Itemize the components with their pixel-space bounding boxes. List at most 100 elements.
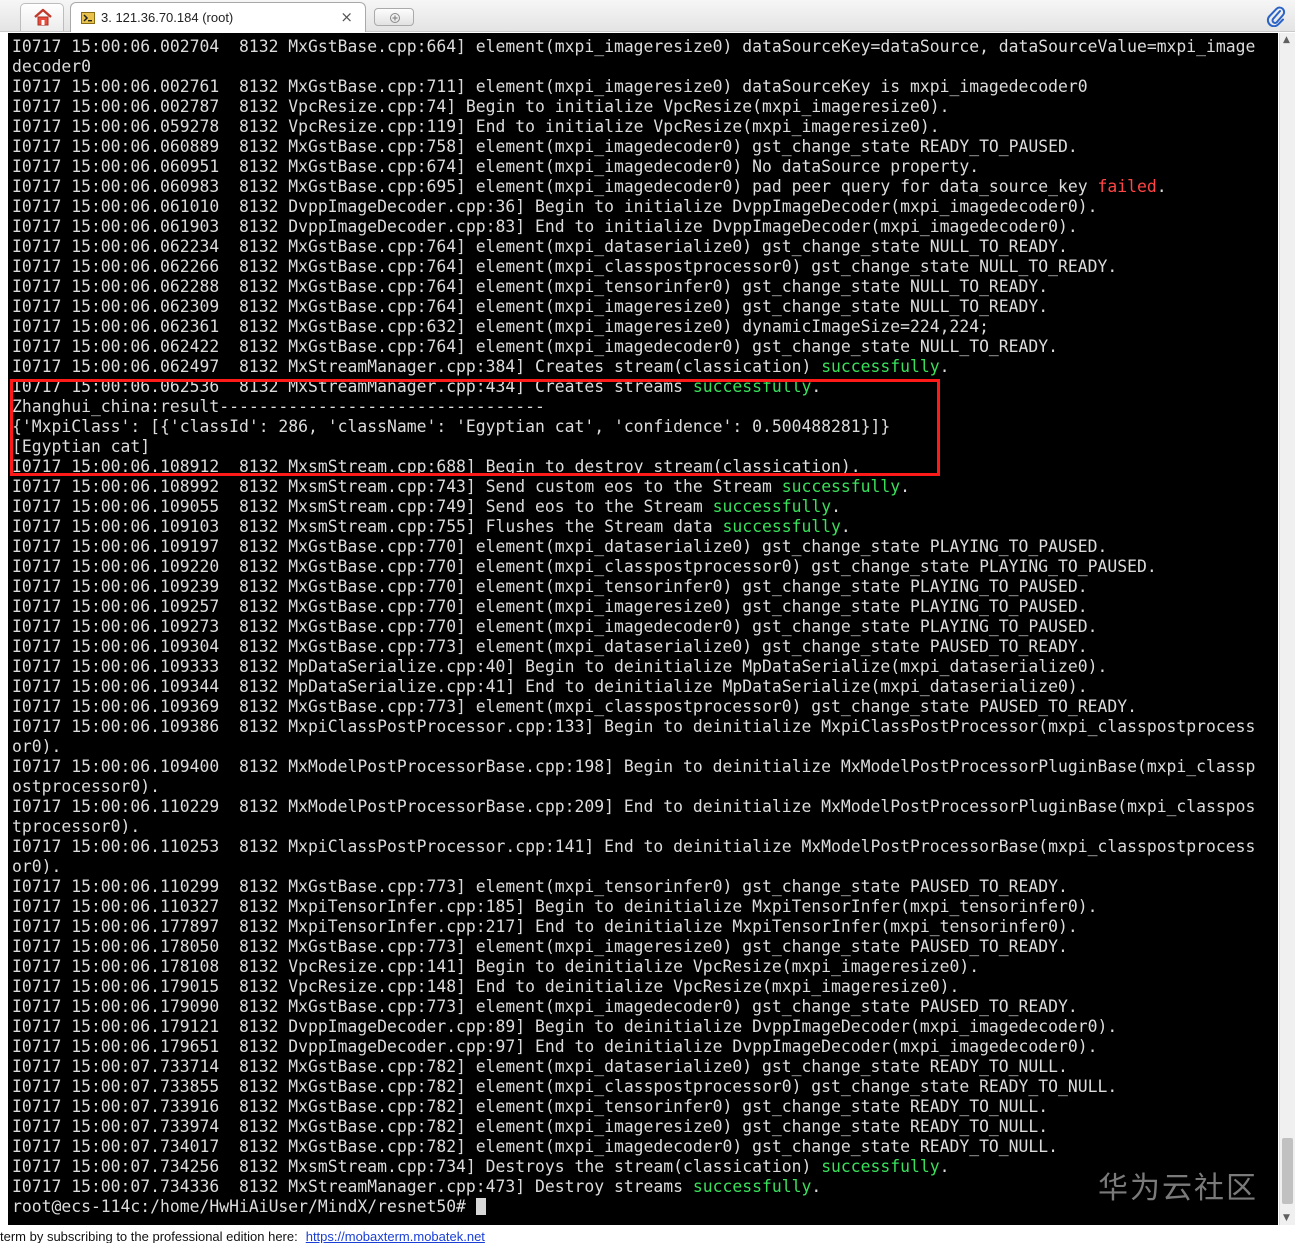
log-text: I0717 15:00:06.179015 8132 VpcResize.cpp…: [12, 977, 960, 996]
terminal-line: I0717 15:00:06.059278 8132 VpcResize.cpp…: [12, 117, 1276, 137]
log-text: .: [900, 477, 911, 496]
mobaxterm-link[interactable]: https://mobaxterm.mobatek.net: [306, 1229, 485, 1243]
log-text: .: [939, 1157, 950, 1176]
new-tab-button[interactable]: [374, 8, 414, 26]
success-keyword: successfully: [692, 1177, 812, 1196]
vertical-scrollbar[interactable]: ▲ ▼: [1279, 33, 1295, 1225]
log-text: I0717 15:00:06.109103 8132 MxsmStream.cp…: [12, 517, 723, 536]
log-text: I0717 15:00:07.733714 8132 MxGstBase.cpp…: [12, 1057, 1068, 1076]
terminal-line: I0717 15:00:06.109239 8132 MxGstBase.cpp…: [12, 577, 1276, 597]
terminal-line: I0717 15:00:06.002787 8132 VpcResize.cpp…: [12, 97, 1276, 117]
log-text: {'MxpiClass': [{'classId': 286, 'classNa…: [12, 417, 891, 436]
log-text: I0717 15:00:06.110327 8132 MxpiTensorInf…: [12, 897, 1098, 916]
failed-keyword: failed: [1097, 177, 1157, 196]
terminal-line: I0717 15:00:06.109344 8132 MpDataSeriali…: [12, 677, 1276, 697]
log-text: I0717 15:00:06.059278 8132 VpcResize.cpp…: [12, 117, 940, 136]
terminal-line: I0717 15:00:06.109257 8132 MxGstBase.cpp…: [12, 597, 1276, 617]
terminal-line: I0717 15:00:07.733714 8132 MxGstBase.cpp…: [12, 1057, 1276, 1077]
log-text: I0717 15:00:06.109400 8132 MxModelPostPr…: [12, 757, 1256, 776]
paperclip-icon[interactable]: [1266, 5, 1286, 27]
terminal-line: I0717 15:00:07.734017 8132 MxGstBase.cpp…: [12, 1137, 1276, 1157]
terminal-line: I0717 15:00:06.178108 8132 VpcResize.cpp…: [12, 957, 1276, 977]
log-text: .: [811, 1177, 822, 1196]
log-text: tprocessor0).: [12, 817, 141, 836]
log-text: I0717 15:00:06.179651 8132 DvppImageDeco…: [12, 1037, 1098, 1056]
watermark: 华为云社区: [1098, 1171, 1258, 1206]
log-text: I0717 15:00:06.062309 8132 MxGstBase.cpp…: [12, 297, 1049, 316]
log-text: I0717 15:00:06.109344 8132 MpDataSeriali…: [12, 677, 1088, 696]
terminal-line: I0717 15:00:06.179121 8132 DvppImageDeco…: [12, 1017, 1276, 1037]
log-text: I0717 15:00:06.109257 8132 MxGstBase.cpp…: [12, 597, 1088, 616]
home-icon: [34, 8, 52, 26]
terminal-line: decoder0: [12, 57, 1276, 77]
terminal-line: I0717 15:00:07.733855 8132 MxGstBase.cpp…: [12, 1077, 1276, 1097]
text-cursor: [475, 1198, 486, 1215]
close-icon[interactable]: ×: [340, 8, 353, 26]
log-text: I0717 15:00:06.179090 8132 MxGstBase.cpp…: [12, 997, 1078, 1016]
log-text: .: [831, 497, 841, 516]
terminal-line: I0717 15:00:06.110229 8132 MxModelPostPr…: [12, 797, 1276, 817]
terminal-line: I0717 15:00:07.733974 8132 MxGstBase.cpp…: [12, 1117, 1276, 1137]
log-text: I0717 15:00:06.110299 8132 MxGstBase.cpp…: [12, 877, 1068, 896]
terminal-line: I0717 15:00:06.002761 8132 MxGstBase.cpp…: [12, 77, 1276, 97]
log-text: I0717 15:00:06.109333 8132 MpDataSeriali…: [12, 657, 1108, 676]
log-text: .: [1156, 177, 1167, 196]
terminal-line: or0).: [12, 857, 1276, 877]
log-text: I0717 15:00:06.109369 8132 MxGstBase.cpp…: [12, 697, 1137, 716]
log-text: I0717 15:00:07.734017 8132 MxGstBase.cpp…: [12, 1137, 1059, 1156]
log-text: .: [811, 377, 822, 396]
terminal-output[interactable]: I0717 15:00:06.002704 8132 MxGstBase.cpp…: [8, 33, 1278, 1225]
scrollbar-thumb[interactable]: [1282, 1138, 1293, 1204]
log-text: I0717 15:00:06.062288 8132 MxGstBase.cpp…: [12, 277, 1049, 296]
log-text: I0717 15:00:06.109220 8132 MxGstBase.cpp…: [12, 557, 1157, 576]
log-text: I0717 15:00:06.062234 8132 MxGstBase.cpp…: [12, 237, 1068, 256]
terminal-line: Zhanghui_china:result-------------------…: [12, 397, 1276, 417]
log-text: ostprocessor0).: [12, 777, 161, 796]
terminal-line: I0717 15:00:06.062288 8132 MxGstBase.cpp…: [12, 277, 1276, 297]
terminal-line: I0717 15:00:06.061010 8132 DvppImageDeco…: [12, 197, 1276, 217]
terminal-line: I0717 15:00:06.062422 8132 MxGstBase.cpp…: [12, 337, 1276, 357]
home-tab-button[interactable]: [20, 3, 64, 31]
log-text: I0717 15:00:06.109273 8132 MxGstBase.cpp…: [12, 617, 1098, 636]
log-text: I0717 15:00:06.062422 8132 MxGstBase.cpp…: [12, 337, 1059, 356]
tab-session-3[interactable]: 3. 121.36.70.184 (root) ×: [70, 2, 366, 32]
status-text: term by subscribing to the professional …: [0, 1229, 298, 1243]
success-keyword: successfully: [821, 357, 940, 376]
terminal-line: I0717 15:00:06.062536 8132 MxStreamManag…: [12, 377, 1276, 397]
scroll-down-arrow-icon[interactable]: ▼: [1283, 1213, 1290, 1223]
terminal-line: I0717 15:00:06.178050 8132 MxGstBase.cpp…: [12, 937, 1276, 957]
log-text: I0717 15:00:06.110229 8132 MxModelPostPr…: [12, 797, 1256, 816]
log-text: I0717 15:00:06.002761 8132 MxGstBase.cpp…: [12, 77, 1088, 96]
terminal-line: I0717 15:00:06.062309 8132 MxGstBase.cpp…: [12, 297, 1276, 317]
log-text: I0717 15:00:06.110253 8132 MxpiClassPost…: [12, 837, 1256, 856]
scroll-up-arrow-icon[interactable]: ▲: [1283, 35, 1290, 45]
terminal-line: I0717 15:00:06.109055 8132 MxsmStream.cp…: [12, 497, 1276, 517]
log-text: I0717 15:00:06.109239 8132 MxGstBase.cpp…: [12, 577, 1088, 596]
log-text: I0717 15:00:06.109197 8132 MxGstBase.cpp…: [12, 537, 1108, 556]
log-text: Zhanghui_china:result-------------------…: [12, 397, 545, 416]
log-text: I0717 15:00:06.109386 8132 MxpiClassPost…: [12, 717, 1256, 736]
prompt-line[interactable]: root@ecs-114c:/home/HwHiAiUser/MindX/res…: [12, 1197, 1276, 1217]
terminal-line: I0717 15:00:06.109220 8132 MxGstBase.cpp…: [12, 557, 1276, 577]
terminal-tab-icon: [81, 12, 95, 24]
terminal-line: I0717 15:00:06.179015 8132 VpcResize.cpp…: [12, 977, 1276, 997]
log-text: I0717 15:00:06.109055 8132 MxsmStream.cp…: [12, 497, 713, 516]
log-text: I0717 15:00:07.734256 8132 MxsmStream.cp…: [12, 1157, 822, 1176]
log-text: I0717 15:00:06.179121 8132 DvppImageDeco…: [12, 1017, 1118, 1036]
terminal-line: I0717 15:00:06.061903 8132 DvppImageDeco…: [12, 217, 1276, 237]
log-text: I0717 15:00:06.062536 8132 MxStreamManag…: [12, 377, 693, 396]
log-text: or0).: [12, 737, 62, 756]
log-text: I0717 15:00:06.062497 8132 MxStreamManag…: [12, 357, 822, 376]
log-text: I0717 15:00:07.734336 8132 MxStreamManag…: [12, 1177, 693, 1196]
terminal-line: I0717 15:00:06.177897 8132 MxpiTensorInf…: [12, 917, 1276, 937]
new-tab-icon: [390, 13, 400, 23]
terminal-line: I0717 15:00:07.734336 8132 MxStreamManag…: [12, 1177, 1276, 1197]
terminal-line: I0717 15:00:06.109400 8132 MxModelPostPr…: [12, 757, 1276, 777]
terminal-line: I0717 15:00:06.110327 8132 MxpiTensorInf…: [12, 897, 1276, 917]
tab-bar: 3. 121.36.70.184 (root) ×: [0, 0, 1295, 32]
log-text: .: [840, 517, 851, 536]
terminal-line: I0717 15:00:07.733916 8132 MxGstBase.cpp…: [12, 1097, 1276, 1117]
terminal-line: [Egyptian cat]: [12, 437, 1276, 457]
success-keyword: successfully: [821, 1157, 940, 1176]
success-keyword: successfully: [692, 377, 812, 396]
